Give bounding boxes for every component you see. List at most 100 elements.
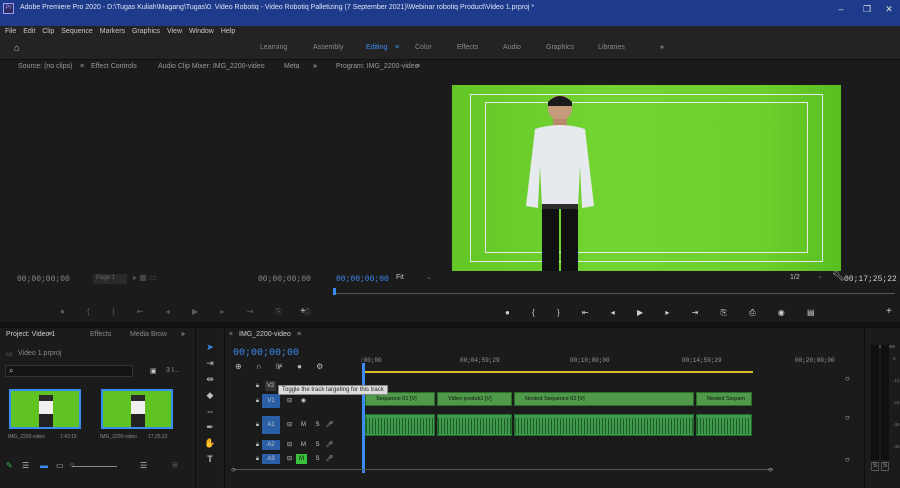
search-input[interactable]: ⌕ — [5, 365, 133, 377]
tab-audio-clip-mixer[interactable]: Audio Clip Mixer: IMG_2200-video — [158, 63, 265, 70]
track-label[interactable]: V1 — [262, 394, 280, 408]
menu-clip[interactable]: Clip — [42, 26, 54, 37]
fit-chevron-icon[interactable]: ⌄ — [426, 273, 432, 281]
timeline-timecode[interactable]: 00;00;00;00 — [233, 348, 299, 359]
track-label[interactable]: A2 — [262, 440, 280, 450]
zoom-slider-handle[interactable]: ○ — [70, 462, 74, 469]
menu-edit[interactable]: Edit — [23, 26, 35, 37]
resolution-chevron-icon[interactable]: ⌄ — [817, 272, 823, 280]
track-label[interactable]: A3 — [262, 454, 280, 464]
audio-clip[interactable] — [696, 414, 752, 436]
icon-view-icon[interactable]: ▬ — [40, 461, 48, 470]
sync-lock-icon[interactable]: ⊟ — [284, 396, 295, 406]
tab-metadata[interactable]: Meta — [284, 63, 300, 70]
tab-program[interactable]: Program: IMG_2200-video — [336, 63, 418, 70]
project-item-thumbnail[interactable] — [101, 389, 173, 429]
maximize-button[interactable]: ❐ — [860, 3, 874, 15]
type-tool-icon[interactable]: T — [204, 454, 216, 466]
menu-graphics[interactable]: Graphics — [132, 26, 160, 37]
eye-icon[interactable]: ◉ — [298, 396, 309, 406]
menu-sequence[interactable]: Sequence — [61, 26, 93, 37]
program-add-button[interactable]: + — [886, 306, 892, 317]
workspace-libraries[interactable]: Libraries — [598, 44, 625, 51]
workspace-learning[interactable]: Learning — [260, 44, 287, 51]
tab-project-menu-icon[interactable]: ≡ — [48, 331, 52, 338]
scroll-start-handle[interactable]: ○ — [231, 465, 236, 474]
sync-lock-icon[interactable]: ⊟ — [284, 420, 295, 430]
video-clip[interactable]: Nested Sequence 02 [V] — [514, 392, 694, 406]
solo-right-button[interactable]: S — [881, 462, 889, 471]
minimize-button[interactable]: – — [834, 3, 848, 15]
workspace-editing[interactable]: Editing — [366, 44, 387, 51]
pen-tool-icon[interactable]: ✒ — [204, 422, 216, 434]
audio-clip[interactable] — [437, 414, 512, 436]
program-timecode[interactable]: 00;00;00;00 — [336, 275, 389, 284]
source-timecode[interactable]: 00;00;00;00 — [17, 275, 70, 284]
vertical-scroll-handle[interactable]: ○ — [845, 413, 850, 422]
solo-button[interactable]: S — [312, 420, 323, 430]
workspace-assembly[interactable]: Assembly — [313, 44, 343, 51]
microphone-icon[interactable]: 🎤︎ — [324, 454, 335, 464]
workspace-graphics[interactable]: Graphics — [546, 44, 574, 51]
pencil-icon[interactable]: ✎ — [6, 461, 13, 470]
sync-lock-icon[interactable]: ⊟ — [284, 454, 295, 464]
menu-help[interactable]: Help — [221, 26, 235, 37]
video-clip[interactable]: Nested Sequen — [696, 392, 752, 406]
sync-lock-icon[interactable]: ⊟ — [284, 440, 295, 450]
workspace-color[interactable]: Color — [415, 44, 432, 51]
wrench-icon[interactable]: 🔧︎ — [832, 271, 845, 282]
solo-button[interactable]: S — [312, 440, 323, 450]
video-clip[interactable]: Video produk1 [V] — [437, 392, 512, 406]
ripple-edit-tool-icon[interactable]: ⇹ — [204, 374, 216, 386]
menu-view[interactable]: View — [167, 26, 182, 37]
menu-file[interactable]: File — [5, 26, 16, 37]
track-select-tool-icon[interactable]: ⇥ — [204, 358, 216, 370]
solo-button[interactable]: S — [312, 454, 323, 464]
menu-window[interactable]: Window — [189, 26, 214, 37]
timeline-toolbar[interactable]: ⊕ ∩ ⊯ ● ⚙ — [235, 362, 329, 371]
lock-icon[interactable]: 🔒︎ — [252, 381, 263, 391]
slip-tool-icon[interactable]: ⇔ — [204, 406, 216, 418]
workspace-menu-icon[interactable]: ≡ — [395, 44, 399, 51]
tab-timeline-menu-icon[interactable]: ≡ — [297, 331, 301, 338]
scroll-end-handle[interactable]: ○ — [768, 465, 773, 474]
tab-source[interactable]: Source: (no clips) — [18, 63, 72, 70]
mute-button[interactable]: M — [298, 440, 309, 450]
program-video-frame[interactable] — [452, 85, 841, 271]
tab-source-menu-icon[interactable]: ≡ — [80, 63, 84, 70]
vertical-scroll-handle[interactable]: ○ — [845, 455, 850, 464]
audio-clip[interactable] — [365, 414, 435, 436]
tab-project-overflow-icon[interactable]: » — [181, 331, 185, 338]
work-area-bar[interactable] — [363, 371, 753, 373]
microphone-icon[interactable]: 🎤︎ — [324, 440, 335, 450]
tab-program-menu-icon[interactable]: ≡ — [416, 63, 420, 70]
zoom-slider[interactable] — [72, 466, 117, 467]
close-button[interactable]: ✕ — [882, 3, 896, 15]
track-label[interactable]: V2 — [265, 381, 276, 391]
mute-button[interactable]: M — [296, 454, 307, 464]
solo-left-button[interactable]: S — [871, 462, 879, 471]
horizontal-scrollbar[interactable] — [233, 469, 773, 470]
freeform-view-icon[interactable]: ▭ — [56, 461, 64, 470]
workspace-overflow-icon[interactable]: » — [660, 44, 664, 51]
program-time-ruler[interactable] — [335, 293, 895, 294]
timeline-close-icon[interactable]: × — [229, 331, 233, 338]
selection-tool-icon[interactable]: ➤ — [204, 342, 216, 354]
track-label[interactable]: A1 — [262, 416, 280, 434]
menu-markers[interactable]: Markers — [100, 26, 125, 37]
tab-media-browser[interactable]: Media Brow — [130, 331, 167, 338]
tab-timeline[interactable]: IMG_2200-video — [239, 331, 291, 338]
project-item-thumbnail[interactable] — [9, 389, 81, 429]
microphone-icon[interactable]: 🎤︎ — [324, 420, 335, 430]
home-icon[interactable]: ⌂ — [14, 43, 20, 54]
bin-icon[interactable]: ⊞ — [172, 461, 178, 469]
workspace-effects[interactable]: Effects — [457, 44, 478, 51]
source-add-button[interactable]: + — [300, 306, 306, 317]
audio-clip[interactable] — [514, 414, 694, 436]
tab-overflow-icon[interactable]: » — [313, 63, 317, 70]
vertical-scroll-handle[interactable]: ○ — [845, 374, 850, 383]
hand-tool-icon[interactable]: ✋ — [204, 438, 216, 450]
program-controls[interactable]: ● { } ⇤ ◂ ▶ ▸ ⇥ ⎘ ⎙ ◉ ▤ — [505, 308, 825, 318]
list-view-icon[interactable]: ☰ — [22, 461, 29, 470]
razor-tool-icon[interactable]: ◆ — [204, 390, 216, 402]
